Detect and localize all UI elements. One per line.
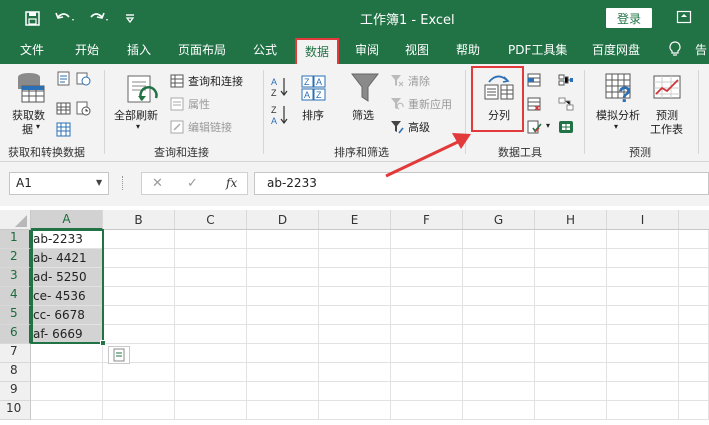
annotation-arrow-overlay [385, 133, 471, 178]
excel-window: 工作簿1 - Excel 登录 文件 开始 插入 页面布局 公式 数据 审阅 视… [0, 0, 709, 425]
